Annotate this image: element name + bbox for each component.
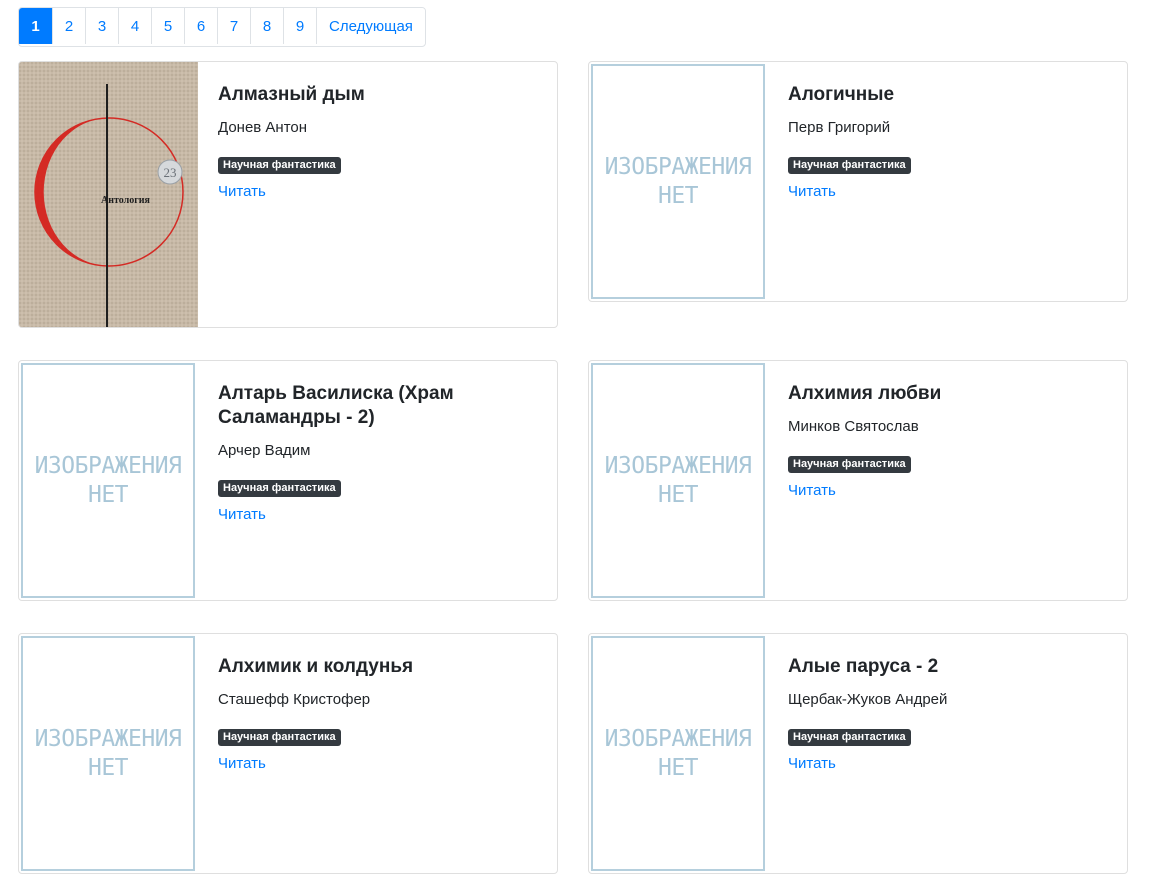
page-link-2[interactable]: 2 (52, 8, 85, 44)
no-image-text: ИЗОБРАЖЕНИЯ НЕТ (604, 725, 752, 781)
cover-title: Антология (101, 195, 151, 206)
page-link-5[interactable]: 5 (151, 8, 184, 44)
no-image-placeholder[interactable]: ИЗОБРАЖЕНИЯ НЕТ (21, 363, 195, 598)
book-title: Алтарь Василиска (Храм Саламандры - 2) (218, 383, 454, 428)
no-image-placeholder[interactable]: ИЗОБРАЖЕНИЯ НЕТ (591, 363, 765, 598)
page-link-7[interactable]: 7 (217, 8, 250, 44)
genre-badge: Научная фантастика (788, 157, 911, 174)
book-card: ИЗОБРАЖЕНИЯ НЕТ Алхимия любви Минков Свя… (588, 360, 1128, 601)
book-title: Алогичные (788, 84, 895, 105)
no-image-placeholder[interactable]: ИЗОБРАЖЕНИЯ НЕТ (591, 64, 765, 299)
read-link[interactable]: Читать (218, 506, 547, 523)
book-author: Арчер Вадим (218, 442, 311, 459)
book-info: Алмазный дым Донев Антон Научная фантаст… (218, 83, 547, 200)
no-image-placeholder[interactable]: ИЗОБРАЖЕНИЯ НЕТ (21, 636, 195, 871)
book-info: Алые паруса - 2 Щербак-Жуков Андрей Науч… (788, 655, 1117, 772)
book-title: Алые паруса - 2 (788, 656, 939, 677)
book-title: Алхимик и колдунья (218, 656, 414, 677)
genre-badge: Научная фантастика (218, 480, 341, 497)
book-author: Щербак-Жуков Андрей (788, 691, 948, 708)
book-card: ИЗОБРАЖЕНИЯ НЕТ Алхимик и колдунья Сташе… (18, 633, 558, 874)
anthology-cover-art: 23 Антология (19, 62, 198, 327)
book-card: 23 Антология Алмазный дым Донев Антон На… (18, 61, 558, 328)
book-cover-image[interactable]: 23 Антология (19, 62, 198, 327)
read-link[interactable]: Читать (788, 755, 1117, 772)
read-link[interactable]: Читать (218, 755, 547, 772)
book-card: ИЗОБРАЖЕНИЯ НЕТ Алые паруса - 2 Щербак-Ж… (588, 633, 1128, 874)
genre-badge: Научная фантастика (788, 729, 911, 746)
book-author: Сташефф Кристофер (218, 691, 371, 708)
book-author: Минков Святослав (788, 418, 919, 435)
book-author: Донев Антон (218, 119, 308, 136)
page-link-9[interactable]: 9 (283, 8, 316, 44)
no-image-text: ИЗОБРАЖЕНИЯ НЕТ (604, 452, 752, 508)
book-title: Алмазный дым (218, 84, 365, 105)
genre-badge: Научная фантастика (788, 456, 911, 473)
book-info: Алхимия любви Минков Святослав Научная ф… (788, 382, 1117, 499)
page-link-1[interactable]: 1 (19, 8, 52, 44)
read-link[interactable]: Читать (788, 482, 1117, 499)
book-info: Алтарь Василиска (Храм Саламандры - 2) А… (218, 382, 547, 523)
next-page-button[interactable]: Следующая (316, 8, 425, 44)
no-image-text: ИЗОБРАЖЕНИЯ НЕТ (604, 153, 752, 209)
page-link-6[interactable]: 6 (184, 8, 217, 44)
genre-badge: Научная фантастика (218, 157, 341, 174)
page-link-4[interactable]: 4 (118, 8, 151, 44)
book-info: Алхимик и колдунья Сташефф Кристофер Нау… (218, 655, 547, 772)
read-link[interactable]: Читать (788, 183, 1117, 200)
no-image-text: ИЗОБРАЖЕНИЯ НЕТ (34, 452, 182, 508)
book-card: ИЗОБРАЖЕНИЯ НЕТ Алогичные Перв Григорий … (588, 61, 1128, 302)
book-title: Алхимия любви (788, 383, 942, 404)
read-link[interactable]: Читать (218, 183, 547, 200)
book-author: Перв Григорий (788, 119, 891, 136)
page-link-8[interactable]: 8 (250, 8, 283, 44)
no-image-placeholder[interactable]: ИЗОБРАЖЕНИЯ НЕТ (591, 636, 765, 871)
pagination: 1 2 3 4 5 6 7 8 9 Следующая (18, 7, 426, 47)
cover-number: 23 (164, 165, 177, 180)
page-link-3[interactable]: 3 (85, 8, 118, 44)
book-card: ИЗОБРАЖЕНИЯ НЕТ Алтарь Василиска (Храм С… (18, 360, 558, 601)
genre-badge: Научная фантастика (218, 729, 341, 746)
book-info: Алогичные Перв Григорий Научная фантасти… (788, 83, 1117, 200)
no-image-text: ИЗОБРАЖЕНИЯ НЕТ (34, 725, 182, 781)
